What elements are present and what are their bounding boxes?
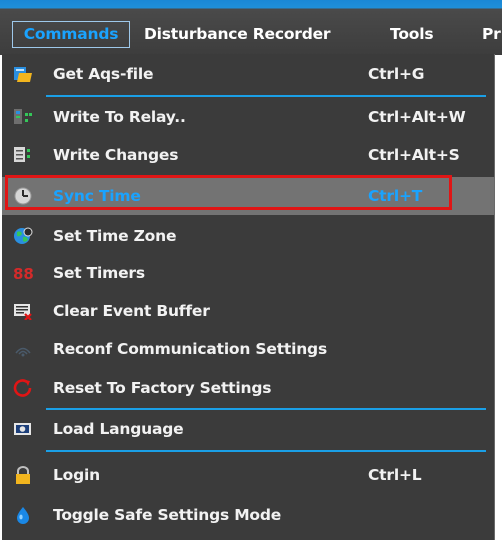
menu-item-get-aqs-file[interactable]: Get Aqs-file Ctrl+G	[2, 55, 494, 93]
menu-item-label: Reconf Communication Settings	[53, 340, 327, 358]
menu-item-set-time-zone[interactable]: Set Time Zone	[2, 217, 494, 255]
commands-dropdown: Get Aqs-file Ctrl+G Write To Relay.. Ctr…	[2, 54, 495, 540]
menu-item-shortcut: Ctrl+L	[368, 466, 422, 484]
menu-tools[interactable]: Tools	[390, 21, 434, 48]
clear-buffer-icon	[13, 302, 33, 321]
menu-item-label: Reset To Factory Settings	[53, 379, 272, 397]
menu-item-reset-to-factory-settings[interactable]: Reset To Factory Settings	[2, 369, 494, 407]
language-icon	[13, 420, 33, 438]
menu-item-set-timers[interactable]: 88 Set Timers	[2, 254, 494, 292]
menu-item-shortcut: Ctrl+Alt+S	[368, 146, 460, 164]
menu-item-label: Set Time Zone	[53, 227, 177, 245]
wireless-icon	[13, 340, 33, 358]
menu-item-shortcut: Ctrl+G	[368, 65, 425, 83]
write-changes-icon	[13, 146, 33, 164]
safe-mode-icon	[13, 506, 33, 524]
selection-highlight-outline	[5, 175, 452, 210]
globe-icon	[13, 227, 33, 245]
menu-disturbance-recorder[interactable]: Disturbance Recorder	[144, 21, 331, 48]
menu-commands[interactable]: Commands	[12, 21, 130, 48]
menu-item-label: Get Aqs-file	[53, 65, 154, 83]
menu-item-label: Load Language	[53, 420, 184, 438]
menu-item-label: Login	[53, 466, 100, 484]
menu-pr[interactable]: Pr	[482, 21, 501, 48]
menu-item-toggle-safe-settings-mode[interactable]: Toggle Safe Settings Mode	[2, 496, 494, 534]
menu-bar: Commands Disturbance Recorder Tools Pr	[0, 0, 502, 55]
svg-text:88: 88	[13, 265, 33, 282]
lock-icon	[13, 466, 33, 484]
menu-item-label: Set Timers	[53, 264, 145, 282]
reset-icon	[13, 379, 33, 397]
menu-item-write-to-relay[interactable]: Write To Relay.. Ctrl+Alt+W	[2, 98, 494, 136]
menu-item-label: Toggle Safe Settings Mode	[53, 506, 282, 524]
menu-item-label: Clear Event Buffer	[53, 302, 210, 320]
menu-item-write-changes[interactable]: Write Changes Ctrl+Alt+S	[2, 136, 494, 174]
menu-item-label: Write To Relay..	[53, 108, 186, 126]
folder-file-icon	[13, 65, 33, 83]
menu-separator	[46, 95, 486, 97]
menu-item-reconf-communication-settings[interactable]: Reconf Communication Settings	[2, 330, 494, 368]
write-relay-icon	[13, 108, 33, 126]
menu-separator	[46, 450, 486, 452]
menu-item-load-language[interactable]: Load Language	[2, 410, 494, 448]
menu-item-shortcut: Ctrl+Alt+W	[368, 108, 466, 126]
menu-item-clear-event-buffer[interactable]: Clear Event Buffer	[2, 292, 494, 330]
timer-digits-icon: 88	[13, 264, 34, 283]
menu-item-login[interactable]: Login Ctrl+L	[2, 456, 494, 494]
menu-item-label: Write Changes	[53, 146, 179, 164]
